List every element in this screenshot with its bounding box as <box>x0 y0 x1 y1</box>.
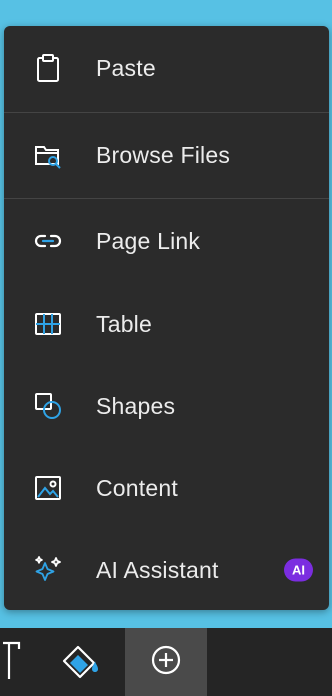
menu-item-label: Content <box>96 474 178 501</box>
menu-item-label: AI Assistant <box>96 556 219 583</box>
text-tool-icon <box>1 639 23 688</box>
menu-item-label: Page Link <box>96 227 201 254</box>
table-icon <box>30 306 66 342</box>
menu-item-label: Browse Files <box>96 141 231 168</box>
add-element-button[interactable] <box>125 628 207 696</box>
paint-bucket-icon <box>58 639 106 688</box>
menu-item-page-link[interactable]: Page Link <box>4 199 329 283</box>
folder-search-icon <box>30 137 66 173</box>
menu-item-content[interactable]: Content <box>4 446 329 530</box>
menu-item-shapes[interactable]: Shapes <box>4 364 329 448</box>
menu-item-browse-files[interactable]: Browse Files <box>4 113 329 197</box>
menu-item-label: Table <box>96 310 152 337</box>
clipboard-icon <box>30 50 66 86</box>
menu-item-label: Paste <box>96 54 156 81</box>
insert-menu: Paste Browse Files Page Link Table Shape… <box>4 26 329 610</box>
menu-item-table[interactable]: Table <box>4 282 329 366</box>
menu-item-paste[interactable]: Paste <box>4 26 329 110</box>
menu-item-ai-assistant[interactable]: AI Assistant AI <box>4 528 329 612</box>
shapes-icon <box>30 388 66 424</box>
image-icon <box>30 470 66 506</box>
menu-item-label: Shapes <box>96 392 176 419</box>
text-tool-button[interactable] <box>0 640 24 686</box>
link-icon <box>30 223 66 259</box>
sparkles-icon <box>30 552 66 588</box>
ai-badge: AI <box>284 558 313 582</box>
paint-bucket-button[interactable] <box>56 640 108 686</box>
add-circle-icon <box>148 642 184 683</box>
